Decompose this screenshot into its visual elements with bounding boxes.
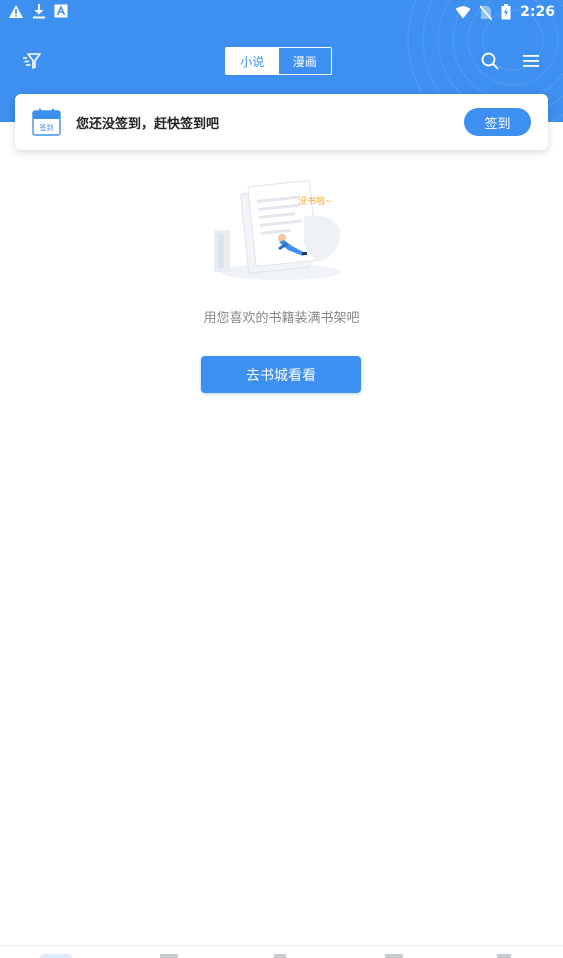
tab-novel[interactable]: 小说 xyxy=(226,48,279,74)
status-bar: 2:26 xyxy=(0,0,563,24)
bottom-navigation xyxy=(0,945,563,958)
font-icon xyxy=(54,4,68,18)
calendar-icon: 签到 xyxy=(32,108,61,136)
tab-comic[interactable]: 漫画 xyxy=(279,48,332,74)
menu-icon xyxy=(523,55,539,67)
nav-item-profile[interactable] xyxy=(497,954,511,958)
goto-bookstore-button[interactable]: 去书城看看 xyxy=(201,356,361,393)
download-icon xyxy=(33,4,45,19)
empty-bookshelf-illustration: 没书啦~ xyxy=(214,180,341,280)
illustration-caption: 没书啦~ xyxy=(298,195,333,207)
battery-icon xyxy=(501,4,511,20)
nav-item-bookshelf[interactable] xyxy=(40,954,72,958)
search-icon xyxy=(481,52,499,70)
checkin-message: 您还没签到，赶快签到吧 xyxy=(76,117,220,132)
warning-icon xyxy=(9,4,23,18)
nav-item-category[interactable] xyxy=(385,954,403,958)
wifi-icon xyxy=(455,5,471,18)
filter-icon xyxy=(23,53,41,69)
nav-item-bookstore[interactable] xyxy=(160,954,178,958)
search-button[interactable] xyxy=(477,48,503,74)
checkin-card: 签到 您还没签到，赶快签到吧 签到 xyxy=(15,94,548,150)
filter-button[interactable] xyxy=(19,48,45,74)
calendar-icon-label: 签到 xyxy=(40,123,54,132)
menu-button[interactable] xyxy=(518,48,544,74)
clock-time: 2:26 xyxy=(520,4,555,20)
content-type-tabs: 小说 漫画 xyxy=(225,47,332,75)
empty-state-message: 用您喜欢的书籍装满书架吧 xyxy=(203,311,360,326)
nav-item-rank[interactable] xyxy=(274,954,286,958)
checkin-button[interactable]: 签到 xyxy=(464,108,531,136)
no-sim-icon xyxy=(480,5,493,20)
